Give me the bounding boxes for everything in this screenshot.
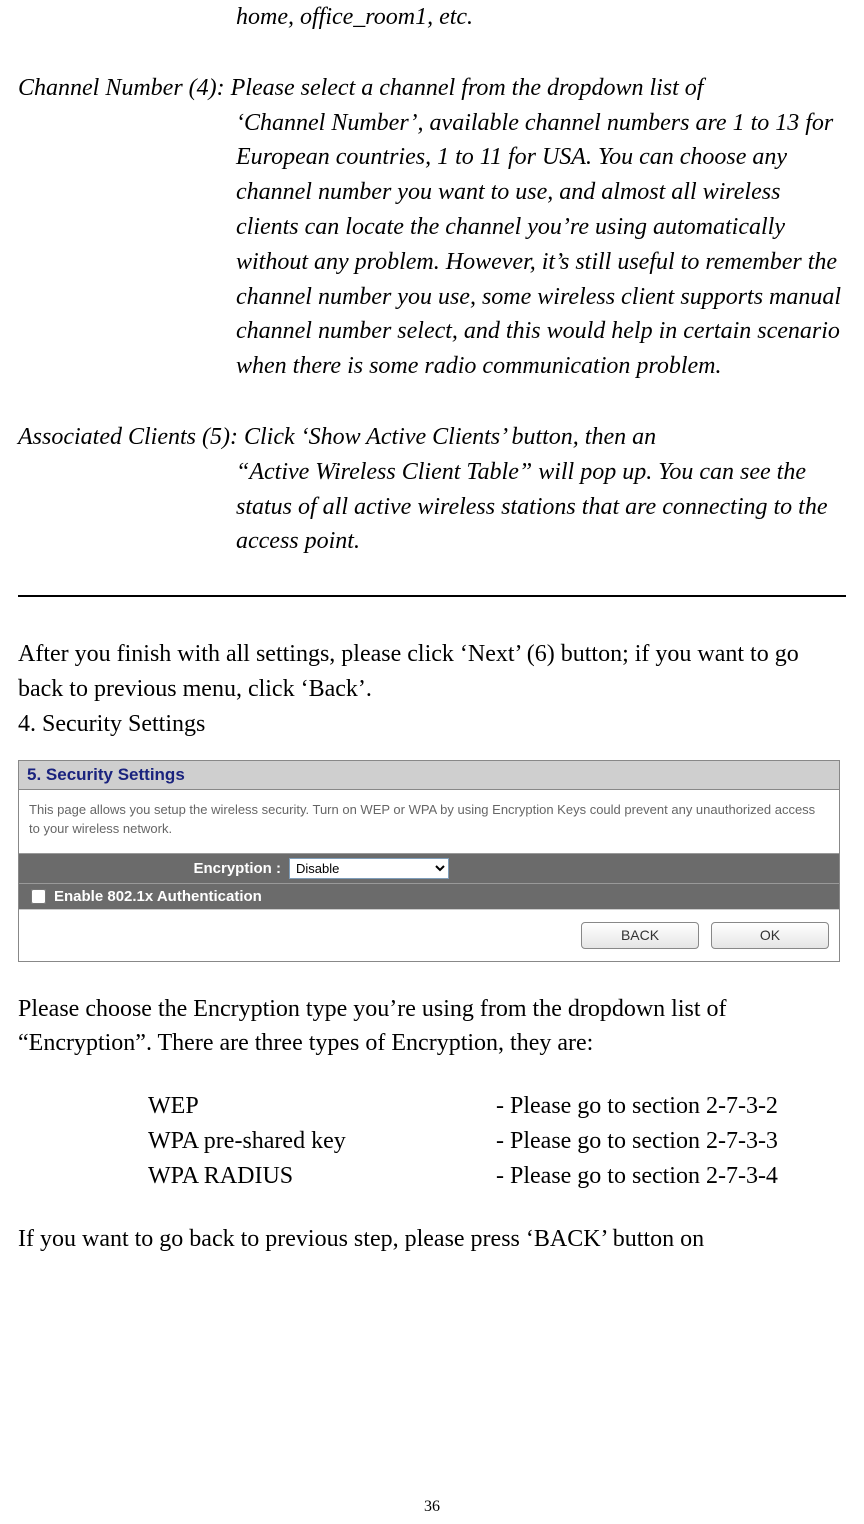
definition-channel-number: Channel Number (4): Please select a chan… [18, 71, 846, 384]
def-rest-channel: ‘Channel Number’, available channel numb… [18, 106, 846, 384]
list-item: WEP - Please go to section 2-7-3-2 [18, 1089, 846, 1124]
enc-name-wpa-radius: WPA RADIUS [18, 1159, 496, 1194]
section-4-heading: 4. Security Settings [18, 707, 846, 742]
definition-associated-clients: Associated Clients (5): Click ‘Show Acti… [18, 420, 846, 559]
def-label-associated: Associated Clients (5): [18, 424, 244, 450]
page-number: 36 [0, 1498, 864, 1516]
enc-ref-wpa-radius: - Please go to section 2-7-3-4 [496, 1159, 778, 1194]
def-label-channel: Channel Number (4): [18, 75, 231, 101]
encryption-intro-text: Please choose the Encryption type you’re… [18, 992, 846, 1062]
enc-ref-wpa-psk: - Please go to section 2-7-3-3 [496, 1124, 778, 1159]
encryption-select[interactable]: Disable [289, 858, 449, 879]
enc-name-wpa-psk: WPA pre-shared key [18, 1124, 496, 1159]
panel-description: This page allows you setup the wireless … [19, 790, 839, 853]
security-settings-panel: 5. Security Settings This page allows yo… [18, 760, 840, 962]
list-item: WPA RADIUS - Please go to section 2-7-3-… [18, 1159, 846, 1194]
prev-page-fragment: home, office_room1, etc. [18, 0, 846, 35]
ok-button[interactable]: OK [711, 922, 829, 949]
enc-ref-wep: - Please go to section 2-7-3-2 [496, 1089, 778, 1124]
enable-8021x-label: Enable 802.1x Authentication [54, 888, 262, 905]
def-first-channel: Please select a channel from the dropdow… [231, 75, 704, 101]
after-settings-text: After you finish with all settings, plea… [18, 637, 846, 707]
encryption-label: Encryption : [27, 860, 289, 877]
def-first-associated: Click ‘Show Active Clients’ button, then… [244, 424, 656, 450]
enable-8021x-checkbox[interactable] [31, 889, 46, 904]
encryption-options-list: WEP - Please go to section 2-7-3-2 WPA p… [18, 1089, 846, 1193]
enable-8021x-row: Enable 802.1x Authentication [19, 883, 839, 909]
list-item: WPA pre-shared key - Please go to sectio… [18, 1124, 846, 1159]
back-note-text: If you want to go back to previous step,… [18, 1222, 846, 1257]
section-divider [18, 595, 846, 597]
panel-button-row: BACK OK [19, 909, 839, 961]
def-rest-associated: “Active Wireless Client Table” will pop … [18, 455, 846, 559]
back-button[interactable]: BACK [581, 922, 699, 949]
enc-name-wep: WEP [18, 1089, 496, 1124]
panel-title: 5. Security Settings [19, 761, 839, 790]
encryption-row: Encryption : Disable [19, 853, 839, 883]
